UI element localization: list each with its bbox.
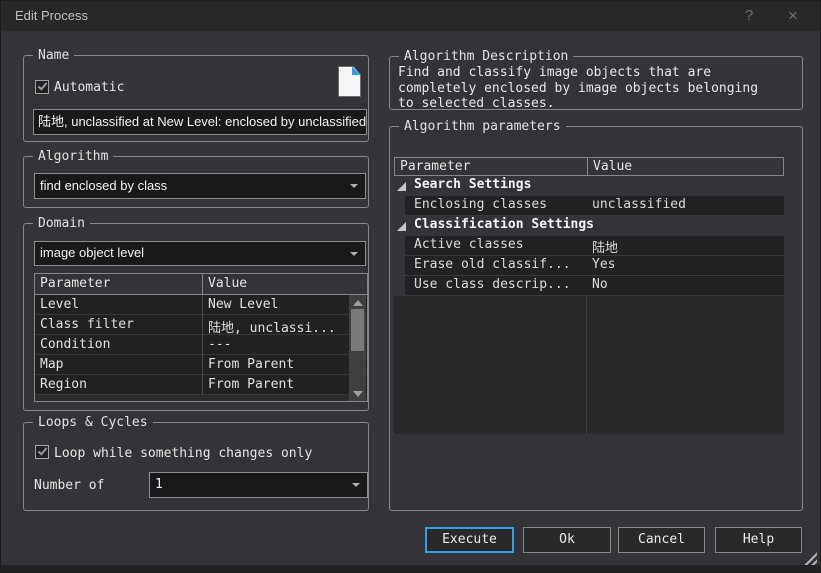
parameter-group-row[interactable]: Classification Settings	[394, 216, 784, 236]
value-cell[interactable]: ---	[208, 337, 350, 352]
name-group-label: Name	[33, 48, 74, 63]
execute-button[interactable]: Execute	[425, 527, 514, 553]
table-row[interactable]: Condition ---	[35, 335, 367, 355]
group-row-label: Classification Settings	[414, 217, 594, 232]
domain-group-label: Domain	[33, 216, 90, 231]
loop-while-checkbox[interactable]	[35, 445, 49, 459]
group-row-label: Search Settings	[414, 177, 531, 192]
scroll-up-icon[interactable]	[349, 295, 366, 310]
table-row[interactable]: Region From Parent	[35, 375, 367, 395]
table-row[interactable]: Class filter 陆地, unclassi...	[35, 315, 367, 335]
process-name-input[interactable]: 陆地, unclassified at New Level: enclosed …	[33, 109, 367, 135]
table-row[interactable]: Erase old classif...Yes	[394, 256, 784, 276]
value-cell[interactable]: From Parent	[208, 357, 350, 372]
parameter-cell: Condition	[40, 337, 200, 352]
help-button[interactable]: Help	[715, 527, 802, 553]
algorithm-group-label: Algorithm	[33, 149, 113, 164]
check-icon	[38, 445, 48, 455]
parameter-cell: Enclosing classes	[405, 196, 586, 216]
parameter-cell: Active classes	[405, 236, 586, 256]
domain-table-scrollbar[interactable]	[349, 295, 366, 401]
value-cell[interactable]: From Parent	[208, 377, 350, 392]
value-cell[interactable]: Yes	[586, 256, 784, 276]
new-document-icon[interactable]	[338, 66, 361, 97]
domain-table-header: Parameter Value	[35, 274, 367, 295]
parameter-group-row[interactable]: Search Settings	[394, 176, 784, 196]
chevron-down-icon	[350, 184, 358, 188]
column-header-parameter: Parameter	[40, 276, 110, 291]
chevron-down-icon	[352, 483, 360, 487]
algorithm-select[interactable]: find enclosed by class	[34, 173, 366, 199]
column-header-value: Value	[208, 276, 247, 291]
table-row[interactable]: Enclosing classesunclassified	[394, 196, 784, 216]
dialog-title: Edit Process	[15, 8, 88, 23]
table-row[interactable]: Use class descrip...No	[394, 276, 784, 296]
description-group-label: Algorithm Description	[399, 49, 573, 64]
scrollbar-thumb[interactable]	[351, 309, 364, 351]
value-cell[interactable]: 陆地	[586, 236, 784, 256]
chevron-down-icon	[350, 252, 358, 256]
domain-select[interactable]: image object level	[34, 241, 366, 266]
parameter-cell: Use class descrip...	[405, 276, 586, 296]
value-cell[interactable]: unclassified	[586, 196, 784, 216]
domain-selected-value: image object level	[40, 245, 144, 260]
automatic-checkbox[interactable]	[35, 80, 49, 94]
value-cell[interactable]: New Level	[208, 297, 350, 312]
table-row[interactable]: Map From Parent	[35, 355, 367, 375]
params-group-label: Algorithm parameters	[399, 119, 566, 134]
scroll-down-icon[interactable]	[349, 386, 366, 401]
check-icon	[38, 80, 48, 90]
params-table-header: Parameter Value	[394, 157, 784, 176]
number-of-label: Number of	[34, 478, 104, 493]
loops-group-label: Loops & Cycles	[33, 415, 153, 430]
parameter-cell: Map	[40, 357, 200, 372]
parameter-cell: Level	[40, 297, 200, 312]
expanded-node-icon[interactable]	[397, 222, 406, 231]
value-cell[interactable]: No	[586, 276, 784, 296]
table-row[interactable]: Level New Level	[35, 295, 367, 315]
help-icon[interactable]: ?	[737, 5, 761, 27]
titlebar[interactable]: Edit Process ? ×	[1, 1, 820, 31]
value-cell[interactable]: 陆地, unclassi...	[208, 317, 350, 336]
number-of-value: 1	[155, 477, 163, 492]
column-header-value: Value	[593, 159, 632, 174]
ok-button[interactable]: Ok	[523, 527, 611, 553]
edit-process-dialog: Edit Process ? × Name Automatic 陆地, uncl…	[0, 0, 821, 573]
automatic-label: Automatic	[54, 80, 124, 95]
parameter-cell: Erase old classif...	[405, 256, 586, 276]
parameter-cell: Class filter	[40, 317, 200, 332]
algorithm-parameters-table: Parameter Value Search Settings Enclosing…	[394, 157, 784, 434]
close-icon[interactable]: ×	[781, 5, 805, 27]
window-bottom-edge	[1, 565, 820, 573]
cancel-button[interactable]: Cancel	[618, 527, 705, 553]
algorithm-selected-value: find enclosed by class	[40, 178, 167, 193]
algorithm-description-text: Find and classify image objects that are…	[398, 65, 800, 107]
column-header-parameter: Parameter	[400, 159, 470, 174]
loop-while-label: Loop while something changes only	[54, 446, 312, 461]
table-row[interactable]: Active classes陆地	[394, 236, 784, 256]
resize-grip-icon[interactable]	[800, 548, 817, 565]
params-table-empty-area	[394, 296, 784, 434]
domain-parameter-table: Parameter Value Level New Level Class filt…	[34, 273, 368, 402]
number-of-select[interactable]: 1	[149, 472, 368, 498]
parameter-cell: Region	[40, 377, 200, 392]
expanded-node-icon[interactable]	[397, 182, 406, 191]
